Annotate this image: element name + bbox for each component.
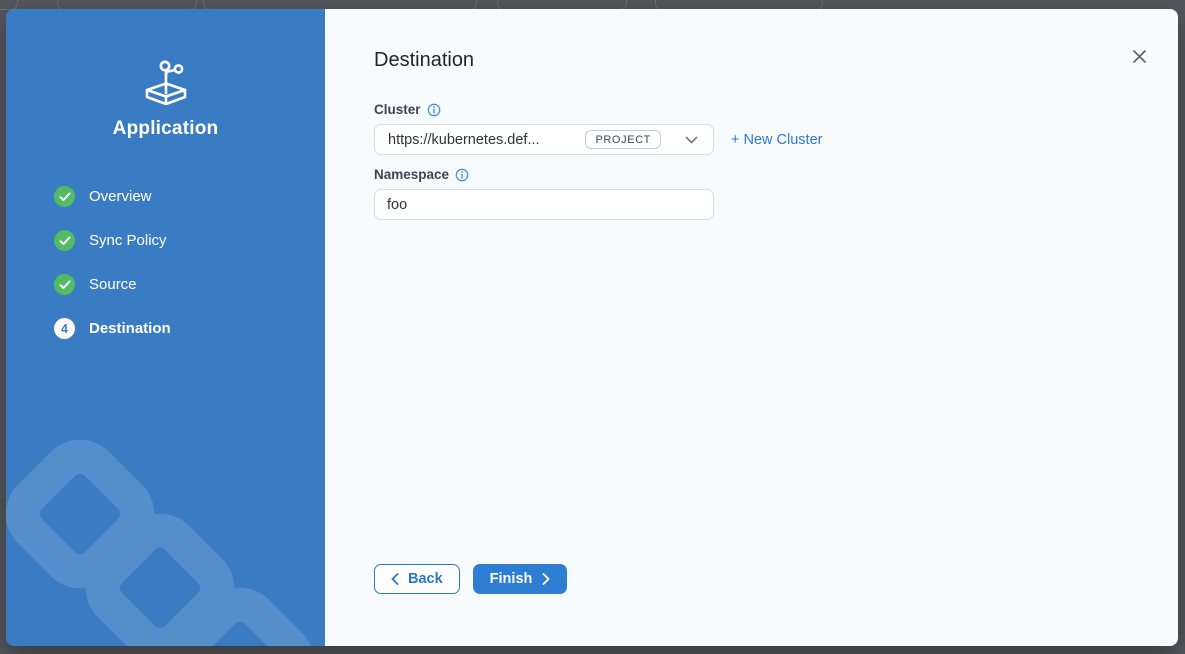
step-destination[interactable]: 4 Destination bbox=[54, 318, 325, 339]
chevron-right-icon bbox=[542, 573, 550, 585]
wizard-steps: Overview Sync Policy Source bbox=[6, 186, 325, 339]
close-icon[interactable] bbox=[1130, 47, 1148, 65]
cluster-select-value: https://kubernetes.def... bbox=[388, 132, 540, 148]
project-badge: PROJECT bbox=[585, 130, 661, 149]
step-label: Source bbox=[89, 276, 137, 293]
step-source[interactable]: Source bbox=[54, 274, 325, 295]
step-label: Destination bbox=[89, 320, 171, 337]
wizard-sidebar: Application Overview Sync Policy bbox=[6, 9, 325, 646]
step-sync-policy[interactable]: Sync Policy bbox=[54, 230, 325, 251]
namespace-label: Namespace bbox=[374, 167, 449, 182]
step-label: Overview bbox=[89, 188, 152, 205]
info-icon[interactable] bbox=[427, 103, 441, 117]
finish-button-label: Finish bbox=[490, 571, 533, 587]
info-icon[interactable] bbox=[455, 168, 469, 182]
wizard-content-panel: Destination Cluster https://kubernetes.d… bbox=[325, 9, 1178, 646]
back-button[interactable]: Back bbox=[374, 564, 460, 594]
application-box-icon bbox=[140, 57, 192, 105]
page-title: Destination bbox=[374, 49, 1178, 72]
destination-form: Cluster https://kubernetes.def... PROJEC… bbox=[374, 102, 1178, 220]
new-cluster-link[interactable]: + New Cluster bbox=[731, 132, 822, 148]
chevron-down-icon bbox=[685, 136, 698, 144]
sidebar-watermark-pattern bbox=[6, 406, 325, 646]
step-number-badge: 4 bbox=[54, 318, 75, 339]
namespace-input[interactable] bbox=[374, 189, 714, 220]
step-complete-icon bbox=[54, 274, 75, 295]
back-button-label: Back bbox=[408, 571, 443, 587]
cluster-select[interactable]: https://kubernetes.def... PROJECT bbox=[374, 124, 714, 155]
cluster-label: Cluster bbox=[374, 102, 421, 117]
check-icon bbox=[59, 192, 71, 202]
namespace-label-row: Namespace bbox=[374, 167, 1178, 182]
chevron-left-icon bbox=[391, 573, 399, 585]
step-label: Sync Policy bbox=[89, 232, 167, 249]
application-wizard-dialog: Application Overview Sync Policy bbox=[6, 9, 1178, 646]
check-icon bbox=[59, 236, 71, 246]
check-icon bbox=[59, 280, 71, 290]
wizard-footer: Back Finish bbox=[374, 564, 567, 594]
step-complete-icon bbox=[54, 230, 75, 251]
step-overview[interactable]: Overview bbox=[54, 186, 325, 207]
finish-button[interactable]: Finish bbox=[473, 564, 568, 594]
cluster-label-row: Cluster bbox=[374, 102, 1178, 117]
step-complete-icon bbox=[54, 186, 75, 207]
wizard-title: Application bbox=[6, 118, 325, 140]
